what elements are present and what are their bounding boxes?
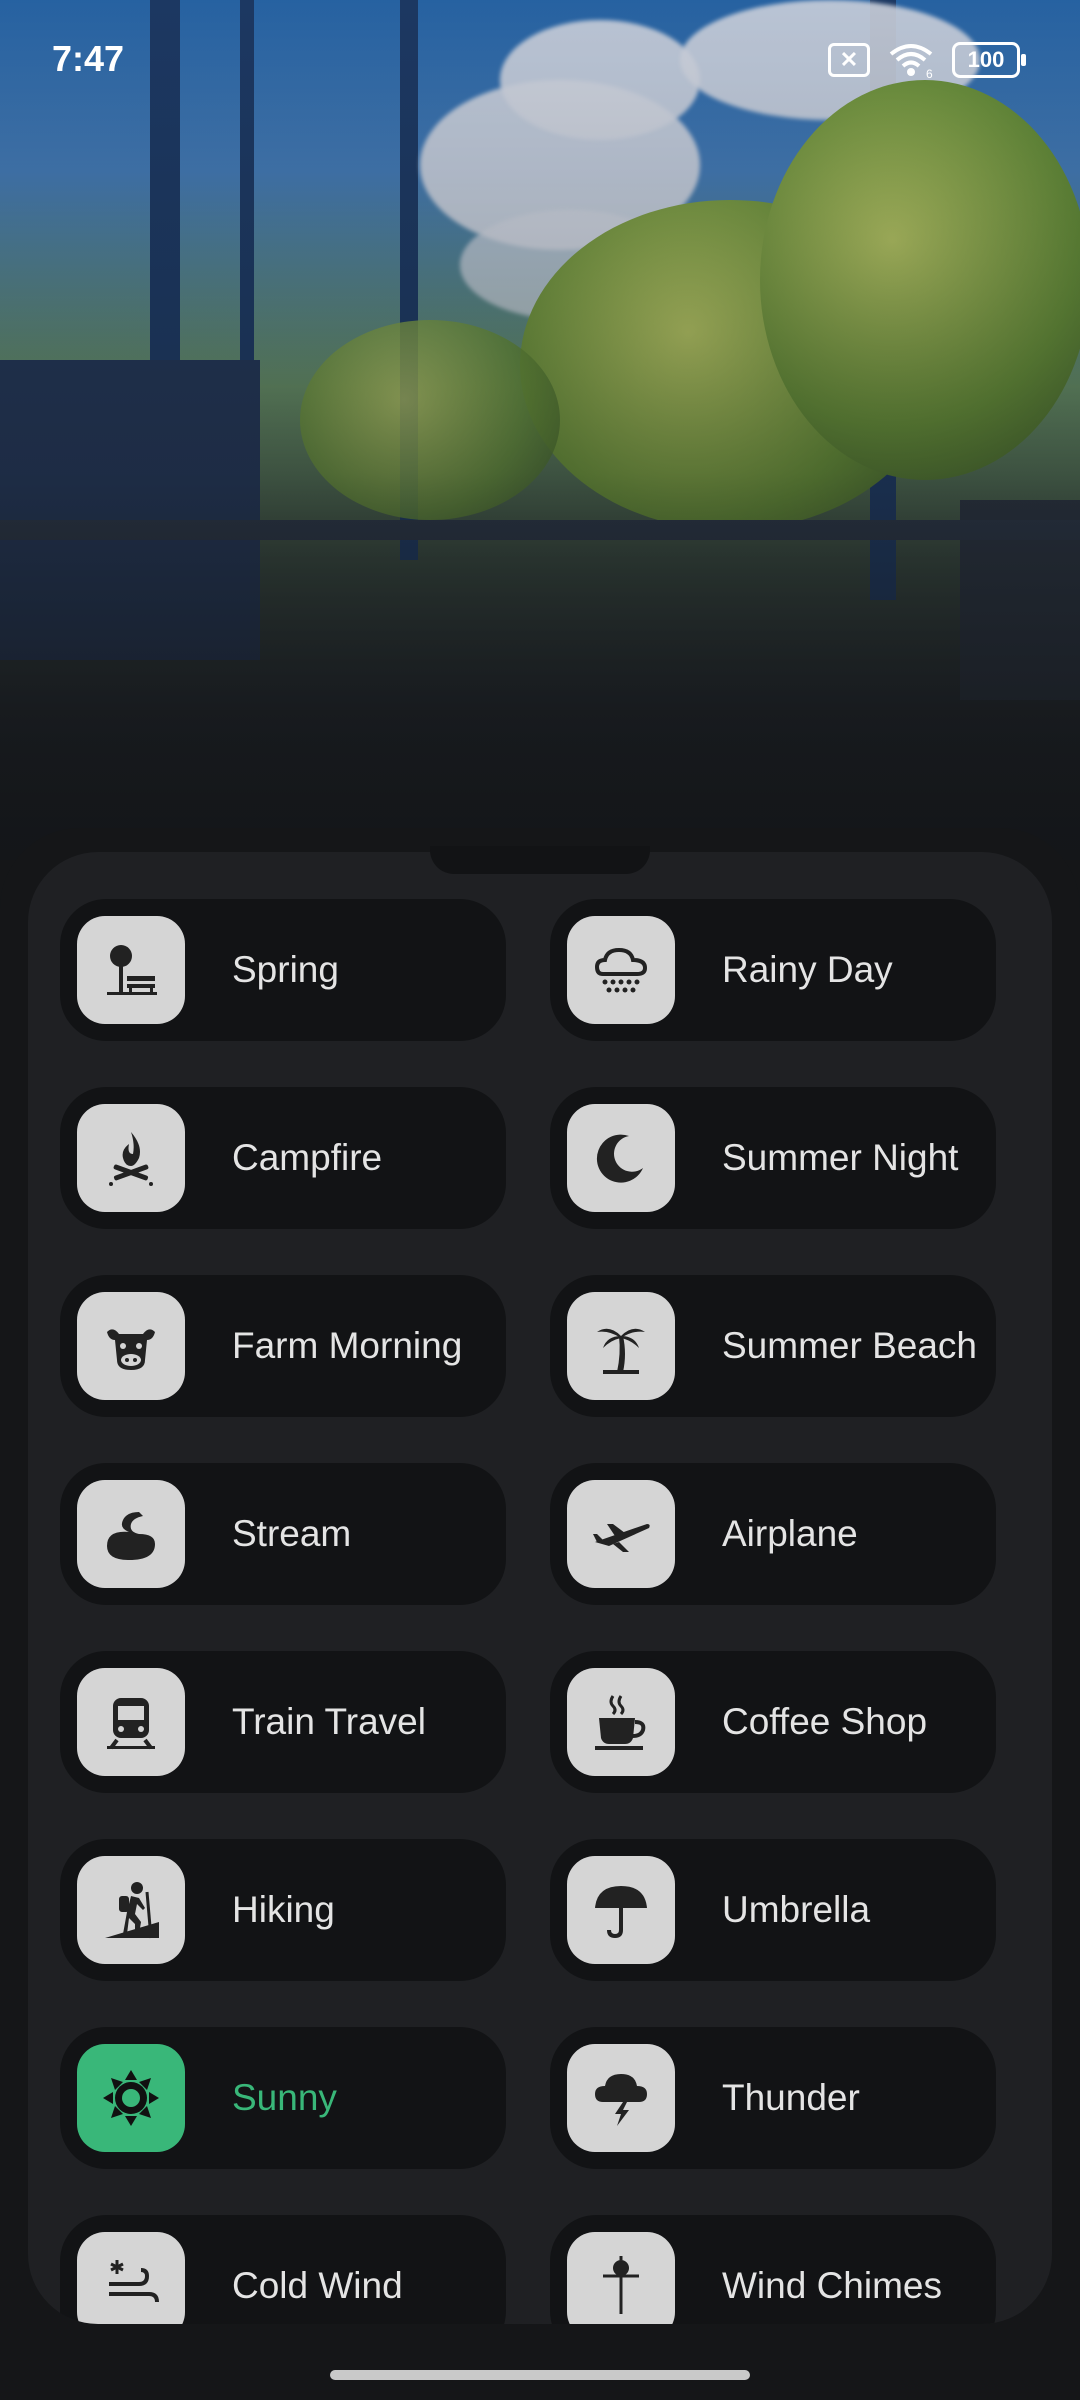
sound-card-stream[interactable]: Stream xyxy=(60,1463,506,1605)
sound-card-sunny[interactable]: Sunny xyxy=(60,2027,506,2169)
thunder-cloud-icon xyxy=(567,2044,675,2152)
wifi-icon: 6 xyxy=(888,42,934,81)
cold-wind-icon xyxy=(77,2232,185,2324)
svg-text:6: 6 xyxy=(926,67,933,78)
sound-card-umbrella[interactable]: Umbrella xyxy=(550,1839,996,1981)
sound-card-label: Summer Night xyxy=(722,1137,959,1179)
sound-card-summer-night[interactable]: Summer Night xyxy=(550,1087,996,1229)
crescent-moon-icon xyxy=(567,1104,675,1212)
train-icon xyxy=(77,1668,185,1776)
home-indicator[interactable] xyxy=(330,2370,750,2380)
battery-icon: 100 xyxy=(952,42,1026,78)
no-sim-icon: ✕ xyxy=(828,43,870,77)
sound-card-train-travel[interactable]: Train Travel xyxy=(60,1651,506,1793)
palm-tree-icon xyxy=(567,1292,675,1400)
park-bench-tree-icon xyxy=(77,916,185,1024)
sound-card-farm-morning[interactable]: Farm Morning xyxy=(60,1275,506,1417)
sound-card-label: Rainy Day xyxy=(722,949,893,991)
sound-card-airplane[interactable]: Airplane xyxy=(550,1463,996,1605)
sound-card-thunder[interactable]: Thunder xyxy=(550,2027,996,2169)
sound-card-rainy-day[interactable]: Rainy Day xyxy=(550,899,996,1041)
sound-card-label: Umbrella xyxy=(722,1889,871,1931)
umbrella-icon xyxy=(567,1856,675,1964)
hiker-icon xyxy=(77,1856,185,1964)
sound-sheet[interactable]: Spring Rainy Day Campfire Summer Night Farm … xyxy=(28,852,1052,2324)
sound-card-coffee-shop[interactable]: Coffee Shop xyxy=(550,1651,996,1793)
status-bar: 7:47 ✕ 6 100 xyxy=(0,0,1080,120)
sound-card-campfire[interactable]: Campfire xyxy=(60,1087,506,1229)
sound-card-label: Train Travel xyxy=(232,1701,426,1743)
sound-card-label: Spring xyxy=(232,949,339,991)
sound-card-label: Farm Morning xyxy=(232,1325,463,1367)
sound-card-cold-wind[interactable]: Cold Wind xyxy=(60,2215,506,2324)
status-time: 7:47 xyxy=(52,38,125,79)
wind-chimes-icon xyxy=(567,2232,675,2324)
water-stream-icon xyxy=(77,1480,185,1588)
airplane-icon xyxy=(567,1480,675,1588)
sound-card-label: Cold Wind xyxy=(232,2265,403,2307)
sound-card-summer-beach[interactable]: Summer Beach xyxy=(550,1275,996,1417)
sheet-drag-handle[interactable] xyxy=(430,846,650,874)
sound-card-label: Summer Beach xyxy=(722,1325,977,1367)
sound-card-spring[interactable]: Spring xyxy=(60,899,506,1041)
rain-cloud-icon xyxy=(567,916,675,1024)
sound-card-label: Airplane xyxy=(722,1513,858,1555)
sound-card-label: Thunder xyxy=(722,2077,860,2119)
sound-card-label: Wind Chimes xyxy=(722,2265,942,2307)
hero-background-image xyxy=(0,0,1080,860)
sun-icon xyxy=(77,2044,185,2152)
campfire-icon xyxy=(77,1104,185,1212)
coffee-cup-icon xyxy=(567,1668,675,1776)
sound-card-label: Coffee Shop xyxy=(722,1701,928,1743)
sound-card-label: Hiking xyxy=(232,1889,335,1931)
sound-card-label: Campfire xyxy=(232,1137,383,1179)
sound-card-wind-chimes[interactable]: Wind Chimes xyxy=(550,2215,996,2324)
sound-card-hiking[interactable]: Hiking xyxy=(60,1839,506,1981)
sound-card-label: Sunny xyxy=(232,2077,337,2119)
cow-icon xyxy=(77,1292,185,1400)
sound-card-label: Stream xyxy=(232,1513,352,1555)
